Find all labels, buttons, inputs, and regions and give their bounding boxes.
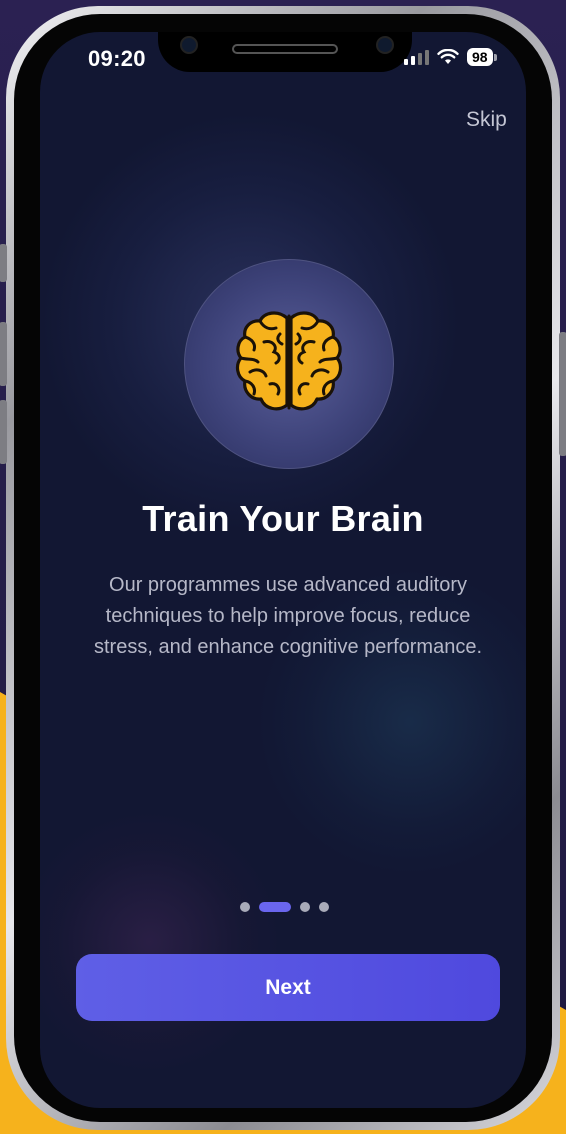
skip-button[interactable]: Skip <box>466 108 507 132</box>
brain-icon <box>235 311 343 411</box>
battery-level: 98 <box>467 48 493 66</box>
onboarding-title: Train Your Brain <box>142 498 424 539</box>
wifi-icon <box>437 49 459 64</box>
page-dot-4[interactable] <box>319 902 329 912</box>
notch <box>158 32 412 72</box>
power-button <box>559 332 566 456</box>
page-dot-2-active[interactable] <box>259 902 291 912</box>
page-indicator <box>240 902 329 912</box>
camera-icon <box>180 36 198 54</box>
status-time: 09:20 <box>88 46 146 71</box>
brain-illustration <box>184 259 394 469</box>
sensor-icon <box>376 36 394 54</box>
next-button[interactable]: Next <box>76 954 500 1021</box>
battery-icon: 98 <box>467 48 497 66</box>
volume-down-button <box>0 400 7 464</box>
speaker-grille <box>232 44 338 54</box>
volume-up-button <box>0 322 7 386</box>
page-dot-3[interactable] <box>300 902 310 912</box>
mute-switch <box>0 244 7 282</box>
page-dot-1[interactable] <box>240 902 250 912</box>
signal-icon <box>404 49 429 65</box>
onboarding-description: Our programmes use advanced auditory tec… <box>94 574 482 658</box>
status-indicators: 98 <box>404 48 497 66</box>
